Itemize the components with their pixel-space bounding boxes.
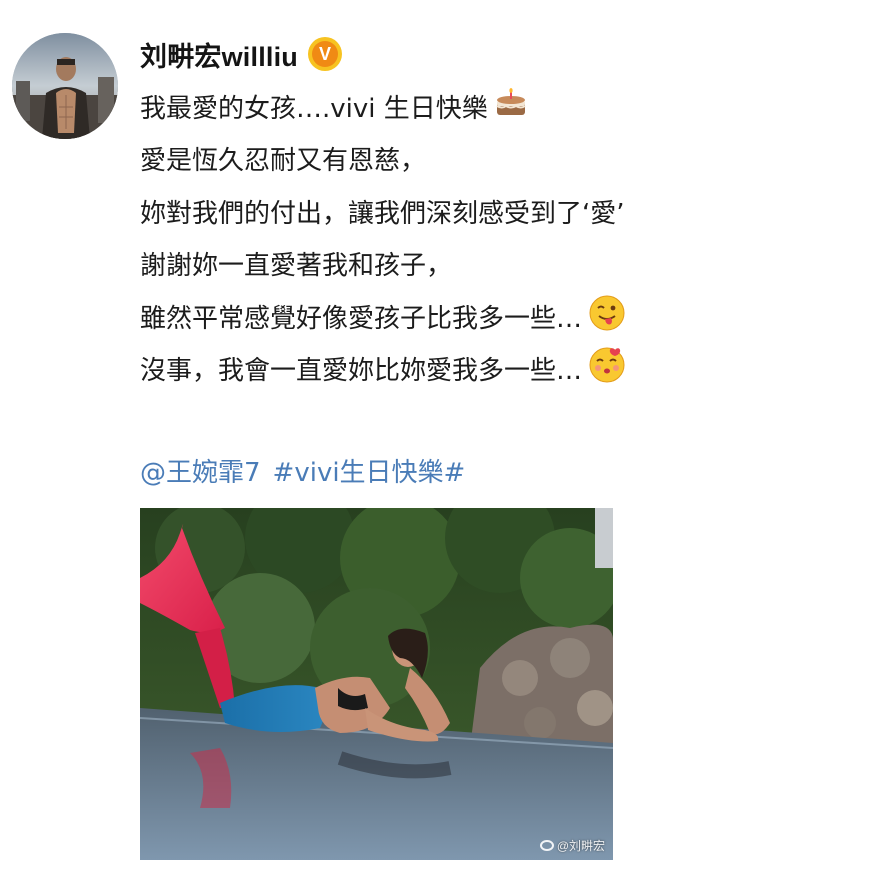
post-header: 刘畊宏willliu V	[140, 34, 343, 74]
mermaid-photo-icon	[140, 508, 613, 860]
weibo-post: 刘畊宏willliu V 我最愛的女孩….vivi 生日快樂 愛是恆久忍耐又有恩…	[0, 0, 896, 874]
post-line-text: 沒事，我會一直愛妳比妳愛我多一些…	[140, 356, 583, 387]
post-body: 我最愛的女孩….vivi 生日快樂 愛是恆久忍耐又有恩慈， 妳對我們的付出，讓我…	[140, 80, 800, 395]
post-line: 雖然平常感覺好像愛孩子比我多一些…	[140, 290, 800, 343]
post-line-text: 妳對我們的付出，讓我們深刻感受到了‘愛’	[140, 198, 625, 229]
photo-watermark: @刘畊宏	[539, 837, 605, 854]
post-tags: @王婉霏7 #vivi生日快樂#	[140, 448, 465, 492]
post-line: 妳對我們的付出，讓我們深刻感受到了‘愛’	[140, 185, 800, 238]
post-line: 愛是恆久忍耐又有恩慈，	[140, 133, 800, 186]
verified-badge-letter: V	[312, 41, 339, 67]
post-line-text: 愛是恆久忍耐又有恩慈，	[140, 146, 427, 177]
tongue-out-emoji-icon	[588, 294, 626, 339]
post-photo[interactable]: @刘畊宏	[140, 508, 613, 860]
kiss-emoji-icon	[588, 346, 626, 391]
weibo-logo-icon	[539, 840, 554, 851]
user-avatar[interactable]	[12, 33, 118, 139]
cake-icon	[494, 87, 528, 125]
post-line: 我最愛的女孩….vivi 生日快樂	[140, 80, 800, 133]
mention-link[interactable]: @王婉霏7	[140, 452, 261, 489]
post-line-text: 我最愛的女孩….vivi 生日快樂	[140, 93, 488, 124]
post-line: 沒事，我會一直愛妳比妳愛我多一些…	[140, 343, 800, 396]
username[interactable]: 刘畊宏willliu	[140, 35, 298, 74]
avatar-photo-icon	[12, 33, 118, 139]
watermark-text: @刘畊宏	[556, 839, 605, 853]
post-line-text: 謝謝妳一直愛著我和孩子，	[140, 251, 453, 282]
verified-badge-icon: V	[308, 37, 343, 71]
post-line-text: 雖然平常感覺好像愛孩子比我多一些…	[140, 303, 583, 334]
hashtag-link[interactable]: #vivi生日快樂#	[273, 452, 466, 489]
post-line: 謝謝妳一直愛著我和孩子，	[140, 238, 800, 291]
